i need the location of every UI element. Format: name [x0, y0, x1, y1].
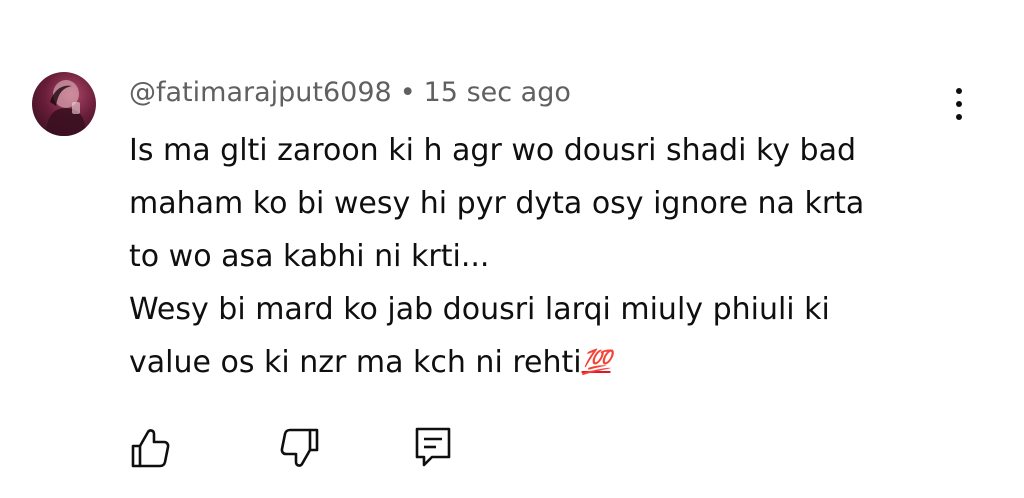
like-button[interactable] — [128, 424, 172, 472]
comment-line: to wo asa kabhi ni krti... — [129, 239, 490, 274]
comment-line: Is ma glti zaroon ki h agr wo dousri sha… — [129, 133, 857, 168]
comment-timestamp: 15 sec ago — [423, 77, 571, 108]
reply-comment-icon — [415, 427, 451, 467]
comment-line: Wesy bi mard ko jab dousri larqi miuly p… — [129, 292, 830, 327]
author-name[interactable]: @fatimarajput6098 — [129, 77, 392, 108]
avatar-image — [46, 80, 86, 136]
comment-line-last: value os ki nzr ma kch ni rehti💯 — [129, 336, 949, 389]
thumbs-down-icon — [280, 428, 319, 467]
comment-thread: @fatimarajput6098 • 15 sec ago Is ma glti … — [0, 0, 1024, 498]
hundred-points-icon: 💯 — [581, 348, 612, 376]
comment-header: @fatimarajput6098 • 15 sec ago — [129, 76, 571, 110]
thumbs-up-icon — [131, 429, 170, 468]
more-vertical-icon[interactable] — [944, 84, 976, 124]
meta-separator: • — [399, 77, 416, 108]
avatar[interactable] — [32, 72, 96, 136]
comment-line: maham ko bi wesy hi pyr dyta osy ignore … — [129, 186, 865, 221]
dislike-button[interactable] — [278, 424, 322, 472]
comment-body: Is ma glti zaroon ki h agr wo dousri sha… — [129, 124, 949, 389]
comment-line: value os ki nzr ma kch ni rehti — [129, 345, 582, 380]
reply-button[interactable] — [412, 424, 456, 472]
